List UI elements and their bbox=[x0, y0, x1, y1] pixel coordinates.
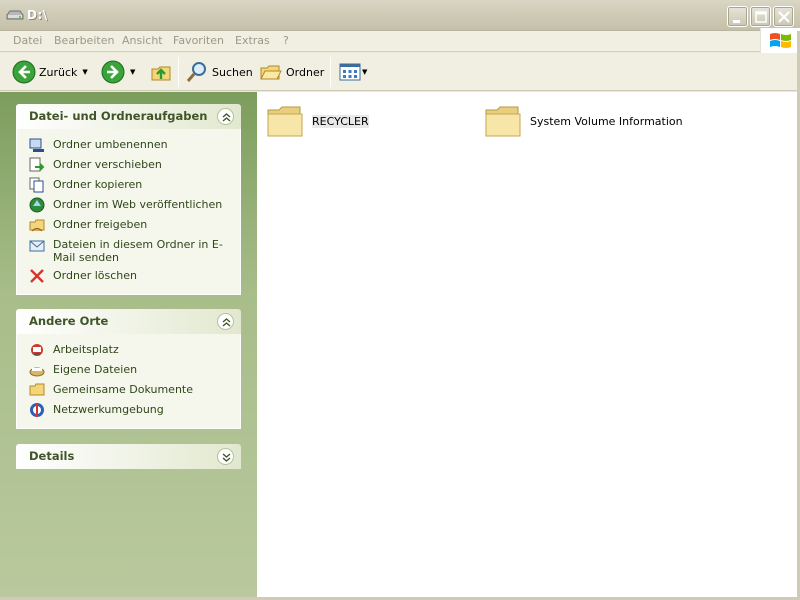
details-title: Details bbox=[29, 449, 75, 463]
other-places-panel: Andere Orte Arbeitsplatz Eigene Dateien … bbox=[16, 309, 241, 429]
menu-help[interactable]: ? bbox=[283, 34, 289, 47]
windows-logo bbox=[760, 28, 800, 54]
folder-icon bbox=[267, 106, 303, 137]
folders-label: Ordner bbox=[286, 65, 325, 79]
windows-flag-icon bbox=[770, 33, 791, 48]
minimize-button[interactable] bbox=[727, 6, 748, 27]
menu-datei[interactable]: Datei bbox=[13, 34, 42, 47]
search-icon bbox=[186, 62, 206, 82]
toolbar-separator bbox=[330, 57, 331, 87]
email-icon bbox=[29, 240, 45, 252]
folders-button[interactable]: Ordner bbox=[259, 53, 324, 91]
maximize-button[interactable] bbox=[750, 6, 771, 27]
toolbar: Zurück ▼ ▼ Suchen Ordner ▼ bbox=[0, 53, 800, 91]
forward-arrow-icon bbox=[101, 60, 125, 84]
folder-item[interactable]: System Volume Information bbox=[484, 102, 683, 140]
search-label: Suchen bbox=[212, 65, 253, 79]
menu-favoriten[interactable]: Favoriten bbox=[173, 34, 224, 47]
window-title: D:\ bbox=[27, 8, 48, 22]
search-button[interactable]: Suchen bbox=[185, 53, 253, 91]
menu-ansicht[interactable]: Ansicht bbox=[122, 34, 163, 47]
drive-icon bbox=[6, 10, 24, 20]
folder-icon bbox=[485, 106, 521, 137]
back-dropdown-icon[interactable]: ▼ bbox=[82, 68, 87, 76]
other-places-header[interactable]: Andere Orte bbox=[16, 309, 241, 334]
back-button[interactable]: Zurück ▼ bbox=[12, 53, 88, 91]
collapse-chevron-icon[interactable] bbox=[217, 313, 234, 330]
delete-icon bbox=[30, 269, 44, 283]
file-list-view: RECYCLER System Volume Information bbox=[257, 92, 797, 597]
place-my-computer[interactable]: Arbeitsplatz bbox=[29, 342, 240, 358]
move-icon bbox=[29, 157, 45, 172]
expand-chevron-icon[interactable] bbox=[217, 448, 234, 465]
views-icon bbox=[339, 63, 361, 81]
maximize-icon bbox=[755, 11, 767, 23]
task-rename-folder[interactable]: Ordner umbenennen bbox=[29, 137, 240, 153]
copy-icon bbox=[29, 177, 44, 193]
minimize-icon bbox=[733, 20, 740, 23]
task-copy-folder[interactable]: Ordner kopieren bbox=[29, 177, 240, 193]
file-folder-tasks-list: Ordner umbenennen Ordner verschieben Ord… bbox=[16, 129, 241, 295]
task-pane: Datei- und Ordneraufgaben Ordner umbenen… bbox=[0, 92, 257, 597]
share-icon bbox=[29, 219, 45, 232]
task-move-folder[interactable]: Ordner verschieben bbox=[29, 157, 240, 173]
details-panel: Details bbox=[16, 444, 241, 469]
views-dropdown-icon[interactable]: ▼ bbox=[362, 68, 367, 76]
back-label: Zurück bbox=[39, 65, 78, 79]
other-places-title: Andere Orte bbox=[29, 314, 109, 328]
rename-icon bbox=[29, 138, 44, 152]
forward-dropdown-icon[interactable]: ▼ bbox=[130, 68, 135, 76]
my-computer-icon bbox=[31, 344, 43, 356]
other-places-list: Arbeitsplatz Eigene Dateien Gemeinsame D… bbox=[16, 334, 241, 429]
folders-icon bbox=[260, 65, 282, 80]
close-button[interactable] bbox=[773, 6, 794, 27]
up-button[interactable] bbox=[149, 53, 173, 91]
task-email-files[interactable]: Dateien in diesem Ordner in E-Mail sende… bbox=[29, 237, 240, 264]
file-folder-tasks-header[interactable]: Datei- und Ordneraufgaben bbox=[16, 104, 241, 129]
collapse-chevron-icon[interactable] bbox=[217, 108, 234, 125]
task-publish-web[interactable]: Ordner im Web veröffentlichen bbox=[29, 197, 240, 213]
menu-extras[interactable]: Extras bbox=[235, 34, 270, 47]
network-icon bbox=[30, 403, 44, 417]
toolbar-separator bbox=[178, 57, 179, 87]
forward-button[interactable]: ▼ bbox=[101, 53, 135, 91]
publish-web-icon bbox=[29, 197, 45, 213]
details-header[interactable]: Details bbox=[16, 444, 241, 469]
my-documents-icon bbox=[29, 367, 45, 377]
close-icon bbox=[778, 11, 790, 23]
menu-bearbeiten[interactable]: Bearbeiten bbox=[54, 34, 114, 47]
place-network[interactable]: Netzwerkumgebung bbox=[29, 402, 240, 418]
file-folder-tasks-title: Datei- und Ordneraufgaben bbox=[29, 109, 208, 123]
task-share-folder[interactable]: Ordner freigeben bbox=[29, 217, 240, 233]
title-bar: D:\ bbox=[0, 0, 800, 31]
folder-item[interactable]: RECYCLER bbox=[266, 102, 369, 140]
place-shared-documents[interactable]: Gemeinsame Dokumente bbox=[29, 382, 240, 398]
folder-name: RECYCLER bbox=[312, 114, 369, 128]
back-arrow-icon bbox=[12, 60, 36, 84]
task-delete-folder[interactable]: Ordner löschen bbox=[29, 268, 240, 284]
views-button[interactable]: ▼ bbox=[339, 53, 367, 91]
place-my-documents[interactable]: Eigene Dateien bbox=[29, 362, 240, 378]
folder-up-icon bbox=[151, 66, 171, 81]
file-folder-tasks-panel: Datei- und Ordneraufgaben Ordner umbenen… bbox=[16, 104, 241, 295]
menu-bar: Datei Bearbeiten Ansicht Favoriten Extra… bbox=[0, 31, 800, 52]
shared-documents-icon bbox=[29, 383, 45, 396]
folder-name: System Volume Information bbox=[530, 114, 683, 128]
